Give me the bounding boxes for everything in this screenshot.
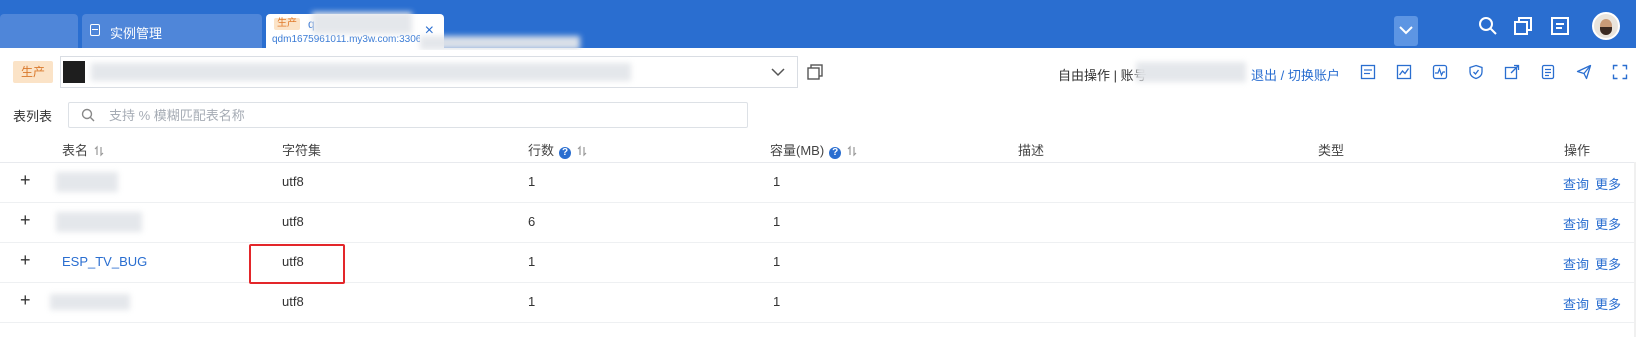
shield-icon[interactable] [1468, 64, 1484, 80]
column-header-rows[interactable]: 行数? [528, 140, 587, 159]
search-icon[interactable] [1478, 16, 1498, 36]
redaction-blur [91, 63, 631, 81]
table-row: + utf8 6 1 查询 更多 [0, 202, 1636, 243]
send-icon[interactable] [1576, 64, 1592, 80]
mysql-logo-icon [63, 61, 85, 83]
logout-switch-account-link[interactable]: 退出 / 切换账户 [1251, 65, 1340, 84]
tab-instance-management[interactable]: 实例管理 [82, 14, 262, 48]
table-search-box [68, 102, 748, 128]
help-icon[interactable]: ? [559, 147, 572, 159]
table-name-link[interactable]: ESP_TV_BUG [62, 254, 147, 269]
performance-icon[interactable] [1432, 64, 1448, 80]
table-row: + ESP_TV_BUG utf8 1 1 查询 更多 [0, 242, 1636, 283]
tasks-icon[interactable] [1550, 16, 1570, 36]
expand-row-icon[interactable]: + [20, 251, 31, 269]
query-link[interactable]: 查询 [1563, 174, 1589, 193]
sql-window-icon[interactable] [1360, 64, 1376, 80]
sort-icon[interactable] [94, 145, 104, 157]
redaction-blur [312, 12, 412, 34]
highlight-annotation-box [249, 244, 345, 284]
chevron-down-icon [1399, 26, 1413, 35]
rows-cell: 6 [528, 214, 536, 229]
table-list-label: 表列表 [13, 109, 53, 124]
monitor-chart-icon[interactable] [1396, 64, 1412, 80]
more-link[interactable]: 更多 [1595, 294, 1621, 313]
more-link[interactable]: 更多 [1595, 254, 1621, 273]
env-tag: 生产 [274, 18, 300, 30]
charset-cell: utf8 [282, 214, 304, 229]
charset-cell: utf8 [282, 174, 304, 189]
column-header-type: 类型 [1318, 143, 1345, 158]
query-link[interactable]: 查询 [1563, 214, 1589, 233]
column-header-description: 描述 [1018, 143, 1045, 158]
redaction-blur [50, 294, 130, 310]
rows-cell: 1 [528, 254, 536, 269]
copy-icon[interactable] [1513, 16, 1533, 36]
env-badge: 生产 [13, 61, 53, 83]
redaction-blur [1136, 62, 1246, 82]
column-header-label: 行数 [528, 143, 555, 158]
capacity-cell: 1 [773, 294, 781, 309]
redaction-blur [56, 212, 142, 232]
copy-connection-icon[interactable] [806, 63, 824, 81]
operation-mode-label: 自由操作 | 账号 [1058, 68, 1147, 83]
table-search-input[interactable] [109, 106, 709, 124]
sort-icon[interactable] [847, 145, 857, 157]
avatar[interactable] [1592, 12, 1620, 40]
column-header-charset: 字符集 [282, 143, 322, 158]
expand-row-icon[interactable]: + [20, 171, 31, 189]
rows-cell: 1 [528, 294, 536, 309]
rows-cell: 1 [528, 174, 536, 189]
help-icon[interactable]: ? [829, 147, 842, 159]
redaction-blur [56, 172, 118, 192]
capacity-cell: 1 [773, 174, 781, 189]
database-icon [90, 24, 100, 36]
expand-row-icon[interactable]: + [20, 291, 31, 309]
column-header-label: 表名 [62, 143, 89, 158]
tab-label: 实例管理 [110, 26, 163, 41]
fullscreen-icon[interactable] [1612, 64, 1628, 80]
more-link[interactable]: 更多 [1595, 174, 1621, 193]
column-header-label: 容量(MB) [770, 143, 825, 158]
query-link[interactable]: 查询 [1563, 294, 1589, 313]
query-link[interactable]: 查询 [1563, 254, 1589, 273]
search-icon [81, 108, 95, 122]
top-navigation-bar: 实例管理 生产 q qdm1675961011.my3w.com:3306 × [0, 0, 1636, 50]
database-select[interactable] [60, 56, 798, 88]
charset-cell: utf8 [282, 294, 304, 309]
tab-previous[interactable] [0, 14, 78, 48]
expand-row-icon[interactable]: + [20, 211, 31, 229]
table-row: + utf8 1 1 查询 更多 [0, 162, 1636, 203]
column-header-capacity[interactable]: 容量(MB)? [770, 140, 857, 159]
document-list-icon[interactable] [1540, 64, 1556, 80]
sort-icon[interactable] [577, 145, 587, 157]
chevron-down-icon[interactable] [771, 67, 785, 77]
column-header-operations: 操作 [1564, 143, 1591, 158]
capacity-cell: 1 [773, 254, 781, 269]
table-row: + utf8 1 1 查询 更多 [0, 282, 1636, 323]
more-link[interactable]: 更多 [1595, 214, 1621, 233]
db-host-label: qdm1675961011.my3w.com:3306 [272, 34, 420, 45]
table-header: 表名 字符集 行数? 容量(MB)? 描述 类型 操作 [0, 132, 1636, 163]
capacity-cell: 1 [773, 214, 781, 229]
tab-list-dropdown-button[interactable] [1394, 16, 1418, 46]
redaction-blur [420, 36, 580, 50]
column-header-name[interactable]: 表名 [62, 140, 104, 159]
external-link-icon[interactable] [1504, 64, 1520, 80]
avatar-beard [1600, 27, 1612, 35]
